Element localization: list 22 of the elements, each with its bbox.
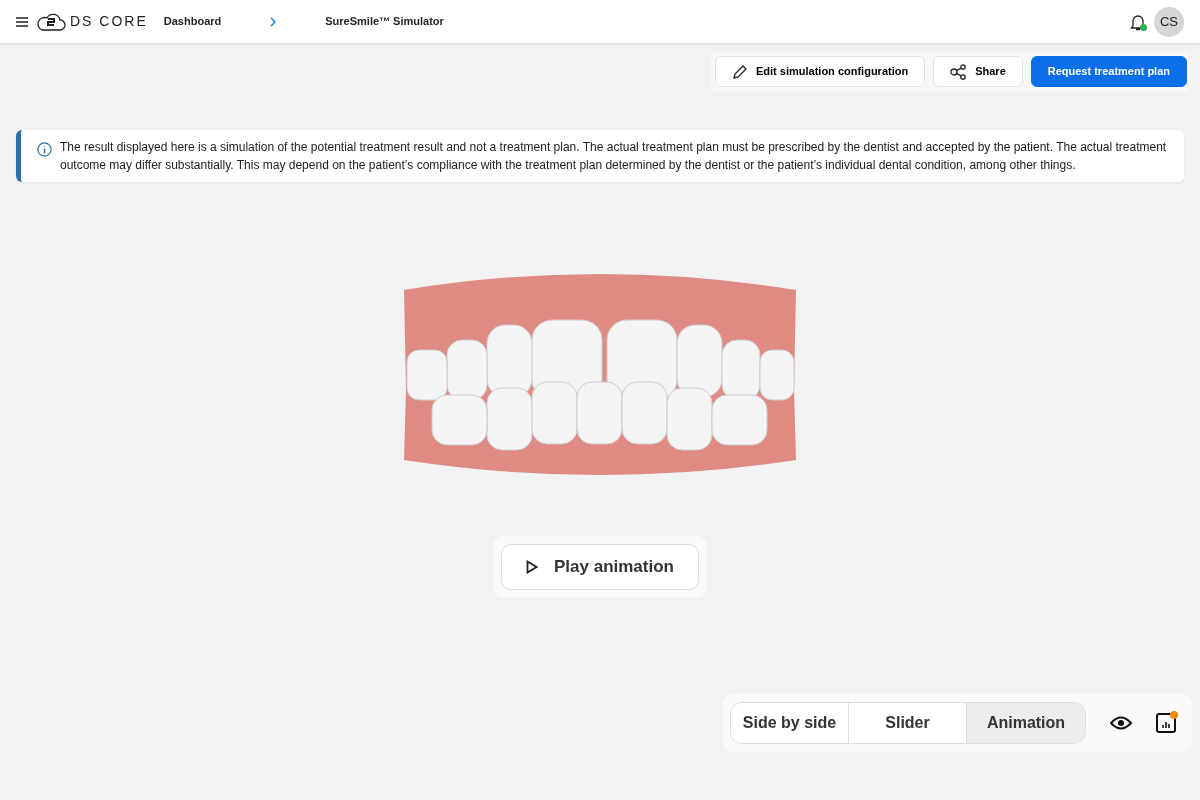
- info-icon: [37, 142, 52, 157]
- logo-text: DS CORE: [70, 12, 148, 31]
- play-icon: [526, 560, 538, 574]
- menu-icon[interactable]: [16, 16, 28, 27]
- view-mode-tab[interactable]: Side by side: [731, 703, 849, 743]
- edit-configuration-button[interactable]: Edit simulation configuration: [715, 56, 926, 87]
- disclaimer-text: The result displayed here is a simulation of the potential treatment result and not a treatment plan. The actual treatment plan must be prescribed by the dentist and accepted by the patient. The actual treatment outcome may differ substantially. This may depend on the patient’s compliance with the treatment plan determined by the dentist or the patient’s individual dental condition, among other things.: [60, 139, 1168, 174]
- chevron-right-icon: [269, 16, 278, 27]
- view-mode-tab[interactable]: Animation: [967, 703, 1085, 743]
- share-icon: [950, 63, 968, 80]
- play-animation-button[interactable]: Play animation: [501, 544, 699, 590]
- eye-icon[interactable]: [1110, 716, 1132, 730]
- cloud-logo-icon: [36, 12, 66, 31]
- breadcrumb-current: SureSmile™ Simulator: [325, 14, 444, 30]
- request-treatment-plan-button[interactable]: Request treatment plan: [1030, 56, 1187, 87]
- breadcrumb-link[interactable]: Dashboard: [163, 13, 222, 30]
- share-button[interactable]: Share: [933, 56, 1023, 87]
- user-avatar[interactable]: CS: [1154, 6, 1184, 37]
- view-mode-tab[interactable]: Slider: [849, 703, 967, 743]
- notification-bell-icon[interactable]: [1130, 13, 1146, 31]
- chart-report-icon[interactable]: [1156, 713, 1176, 733]
- pencil-icon: [732, 63, 748, 80]
